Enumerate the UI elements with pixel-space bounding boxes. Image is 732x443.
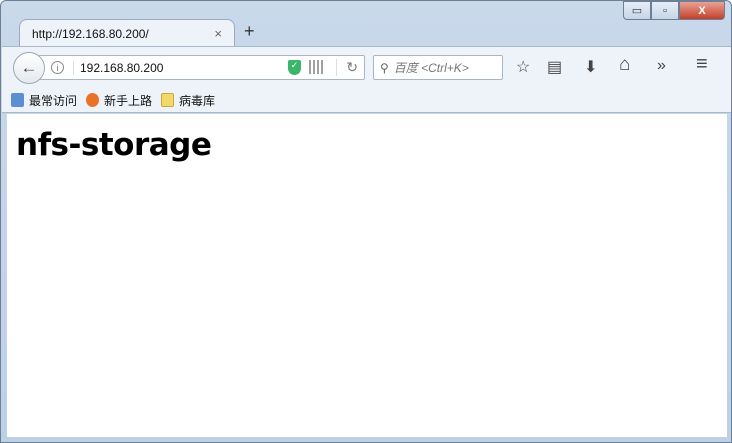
most-visited-icon [11, 93, 24, 107]
tab-title: http://192.168.80.200/ [32, 26, 149, 41]
new-tab-button[interactable]: + [244, 21, 255, 42]
bookmark-label: 新手上路 [104, 93, 153, 108]
bookmark-most-visited[interactable]: 最常访问 [11, 92, 77, 109]
back-button[interactable]: ← [13, 52, 45, 84]
firefox-icon [86, 93, 100, 107]
download-icon[interactable]: ⬇ [584, 57, 597, 77]
shield-icon[interactable]: ✓ [288, 60, 301, 75]
page-content: nfs-storage [7, 114, 727, 437]
overflow-icon[interactable]: » [657, 57, 666, 75]
info-icon[interactable]: i [51, 61, 64, 74]
bookmarks-toolbar: 最常访问 新手上路 病毒库 [2, 88, 731, 113]
bookmark-virus-db[interactable]: 病毒库 [161, 92, 215, 109]
url-input[interactable]: 192.168.80.200 [73, 60, 163, 75]
restore-button[interactable]: ▫ [651, 1, 679, 20]
navigation-toolbar: ← i 192.168.80.200 ✓ ↻ ⚲ 百度 <Ctrl+K> ☆ ▤… [2, 46, 731, 88]
minimize-button[interactable]: ▭ [623, 1, 651, 20]
bookmark-star-icon[interactable]: ☆ [516, 57, 530, 77]
reload-button[interactable]: ↻ [336, 59, 358, 76]
close-window-button[interactable]: X [679, 1, 725, 20]
qr-code-icon[interactable] [309, 60, 323, 74]
close-tab-icon[interactable]: × [214, 26, 222, 41]
bookmark-label: 病毒库 [179, 93, 216, 108]
page-heading: nfs-storage [16, 127, 212, 163]
search-icon: ⚲ [380, 60, 389, 75]
window-controls: ▭ ▫ X [623, 1, 725, 20]
home-icon[interactable]: ⌂ [619, 54, 630, 76]
bookmark-getting-started[interactable]: 新手上路 [86, 92, 152, 109]
browser-window: ▭ ▫ X http://192.168.80.200/ × + ← i 192… [0, 0, 732, 443]
search-input[interactable]: ⚲ 百度 <Ctrl+K> [373, 55, 503, 80]
bookmark-label: 最常访问 [29, 93, 78, 108]
folder-icon [161, 93, 175, 107]
search-placeholder: 百度 <Ctrl+K> [393, 61, 469, 75]
url-bar[interactable]: i 192.168.80.200 ✓ ↻ [32, 55, 365, 80]
menu-icon[interactable]: ≡ [696, 53, 708, 76]
reading-list-icon[interactable]: ▤ [547, 57, 562, 77]
tab-active[interactable]: http://192.168.80.200/ × [19, 19, 235, 47]
